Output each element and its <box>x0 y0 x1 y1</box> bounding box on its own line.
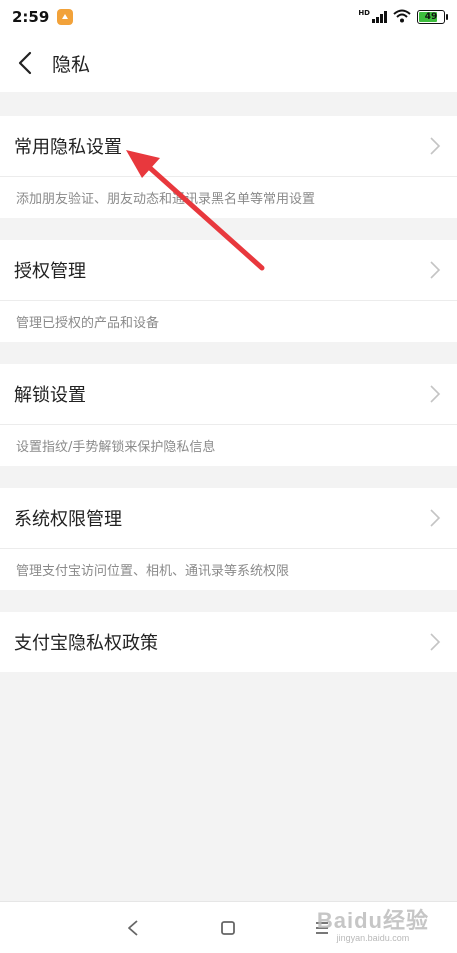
settings-group-system-permissions: 系统权限管理 管理支付宝访问位置、相机、通讯录等系统权限 <box>0 488 457 590</box>
row-title: 系统权限管理 <box>14 509 122 530</box>
wifi-icon <box>393 8 411 27</box>
home-square-icon[interactable] <box>216 916 240 940</box>
row-system-permissions[interactable]: 系统权限管理 <box>0 488 457 548</box>
battery-icon: 49 <box>417 10 448 24</box>
row-common-privacy-settings[interactable]: 常用隐私设置 <box>0 116 457 176</box>
system-nav-bar: Baidu经验 jingyan.baidu.com <box>0 901 457 953</box>
watermark: Baidu经验 jingyan.baidu.com <box>317 903 429 943</box>
page-title: 隐私 <box>52 53 91 76</box>
settings-group-common-privacy: 常用隐私设置 添加朋友验证、朋友动态和通讯录黑名单等常用设置 <box>0 116 457 218</box>
row-title: 授权管理 <box>14 261 86 282</box>
chevron-right-icon <box>429 260 443 280</box>
chevron-left-icon <box>18 51 32 75</box>
row-title: 常用隐私设置 <box>14 137 122 158</box>
settings-group-authorization: 授权管理 管理已授权的产品和设备 <box>0 240 457 342</box>
settings-group-privacy-policy: 支付宝隐私权政策 <box>0 612 457 672</box>
status-bar: 2:59 HD 49 <box>0 0 457 34</box>
row-privacy-policy[interactable]: 支付宝隐私权政策 <box>0 612 457 672</box>
back-button[interactable] <box>0 34 50 92</box>
row-title: 解锁设置 <box>14 385 86 406</box>
chevron-right-icon <box>429 136 443 156</box>
row-unlock-settings[interactable]: 解锁设置 <box>0 364 457 424</box>
hd-label: HD <box>358 9 370 17</box>
settings-group-unlock: 解锁设置 设置指纹/手势解锁来保护隐私信息 <box>0 364 457 466</box>
row-description: 设置指纹/手势解锁来保护隐私信息 <box>0 424 457 466</box>
row-authorization-management[interactable]: 授权管理 <box>0 240 457 300</box>
status-time: 2:59 <box>12 8 50 26</box>
row-description: 管理支付宝访问位置、相机、通讯录等系统权限 <box>0 548 457 590</box>
chevron-right-icon <box>429 632 443 652</box>
status-icons: HD 49 <box>358 8 448 27</box>
chevron-right-icon <box>429 384 443 404</box>
chevron-right-icon <box>429 508 443 528</box>
row-description: 添加朋友验证、朋友动态和通讯录黑名单等常用设置 <box>0 176 457 218</box>
watermark-main: Baidu经验 <box>316 908 429 933</box>
signal-icon <box>372 11 387 23</box>
app-badge-icon <box>57 9 74 25</box>
battery-level: 49 <box>424 12 438 22</box>
back-triangle-icon[interactable] <box>121 916 145 940</box>
page-header: 隐私 <box>0 34 457 92</box>
row-title: 支付宝隐私权政策 <box>14 633 158 654</box>
row-description: 管理已授权的产品和设备 <box>0 300 457 342</box>
